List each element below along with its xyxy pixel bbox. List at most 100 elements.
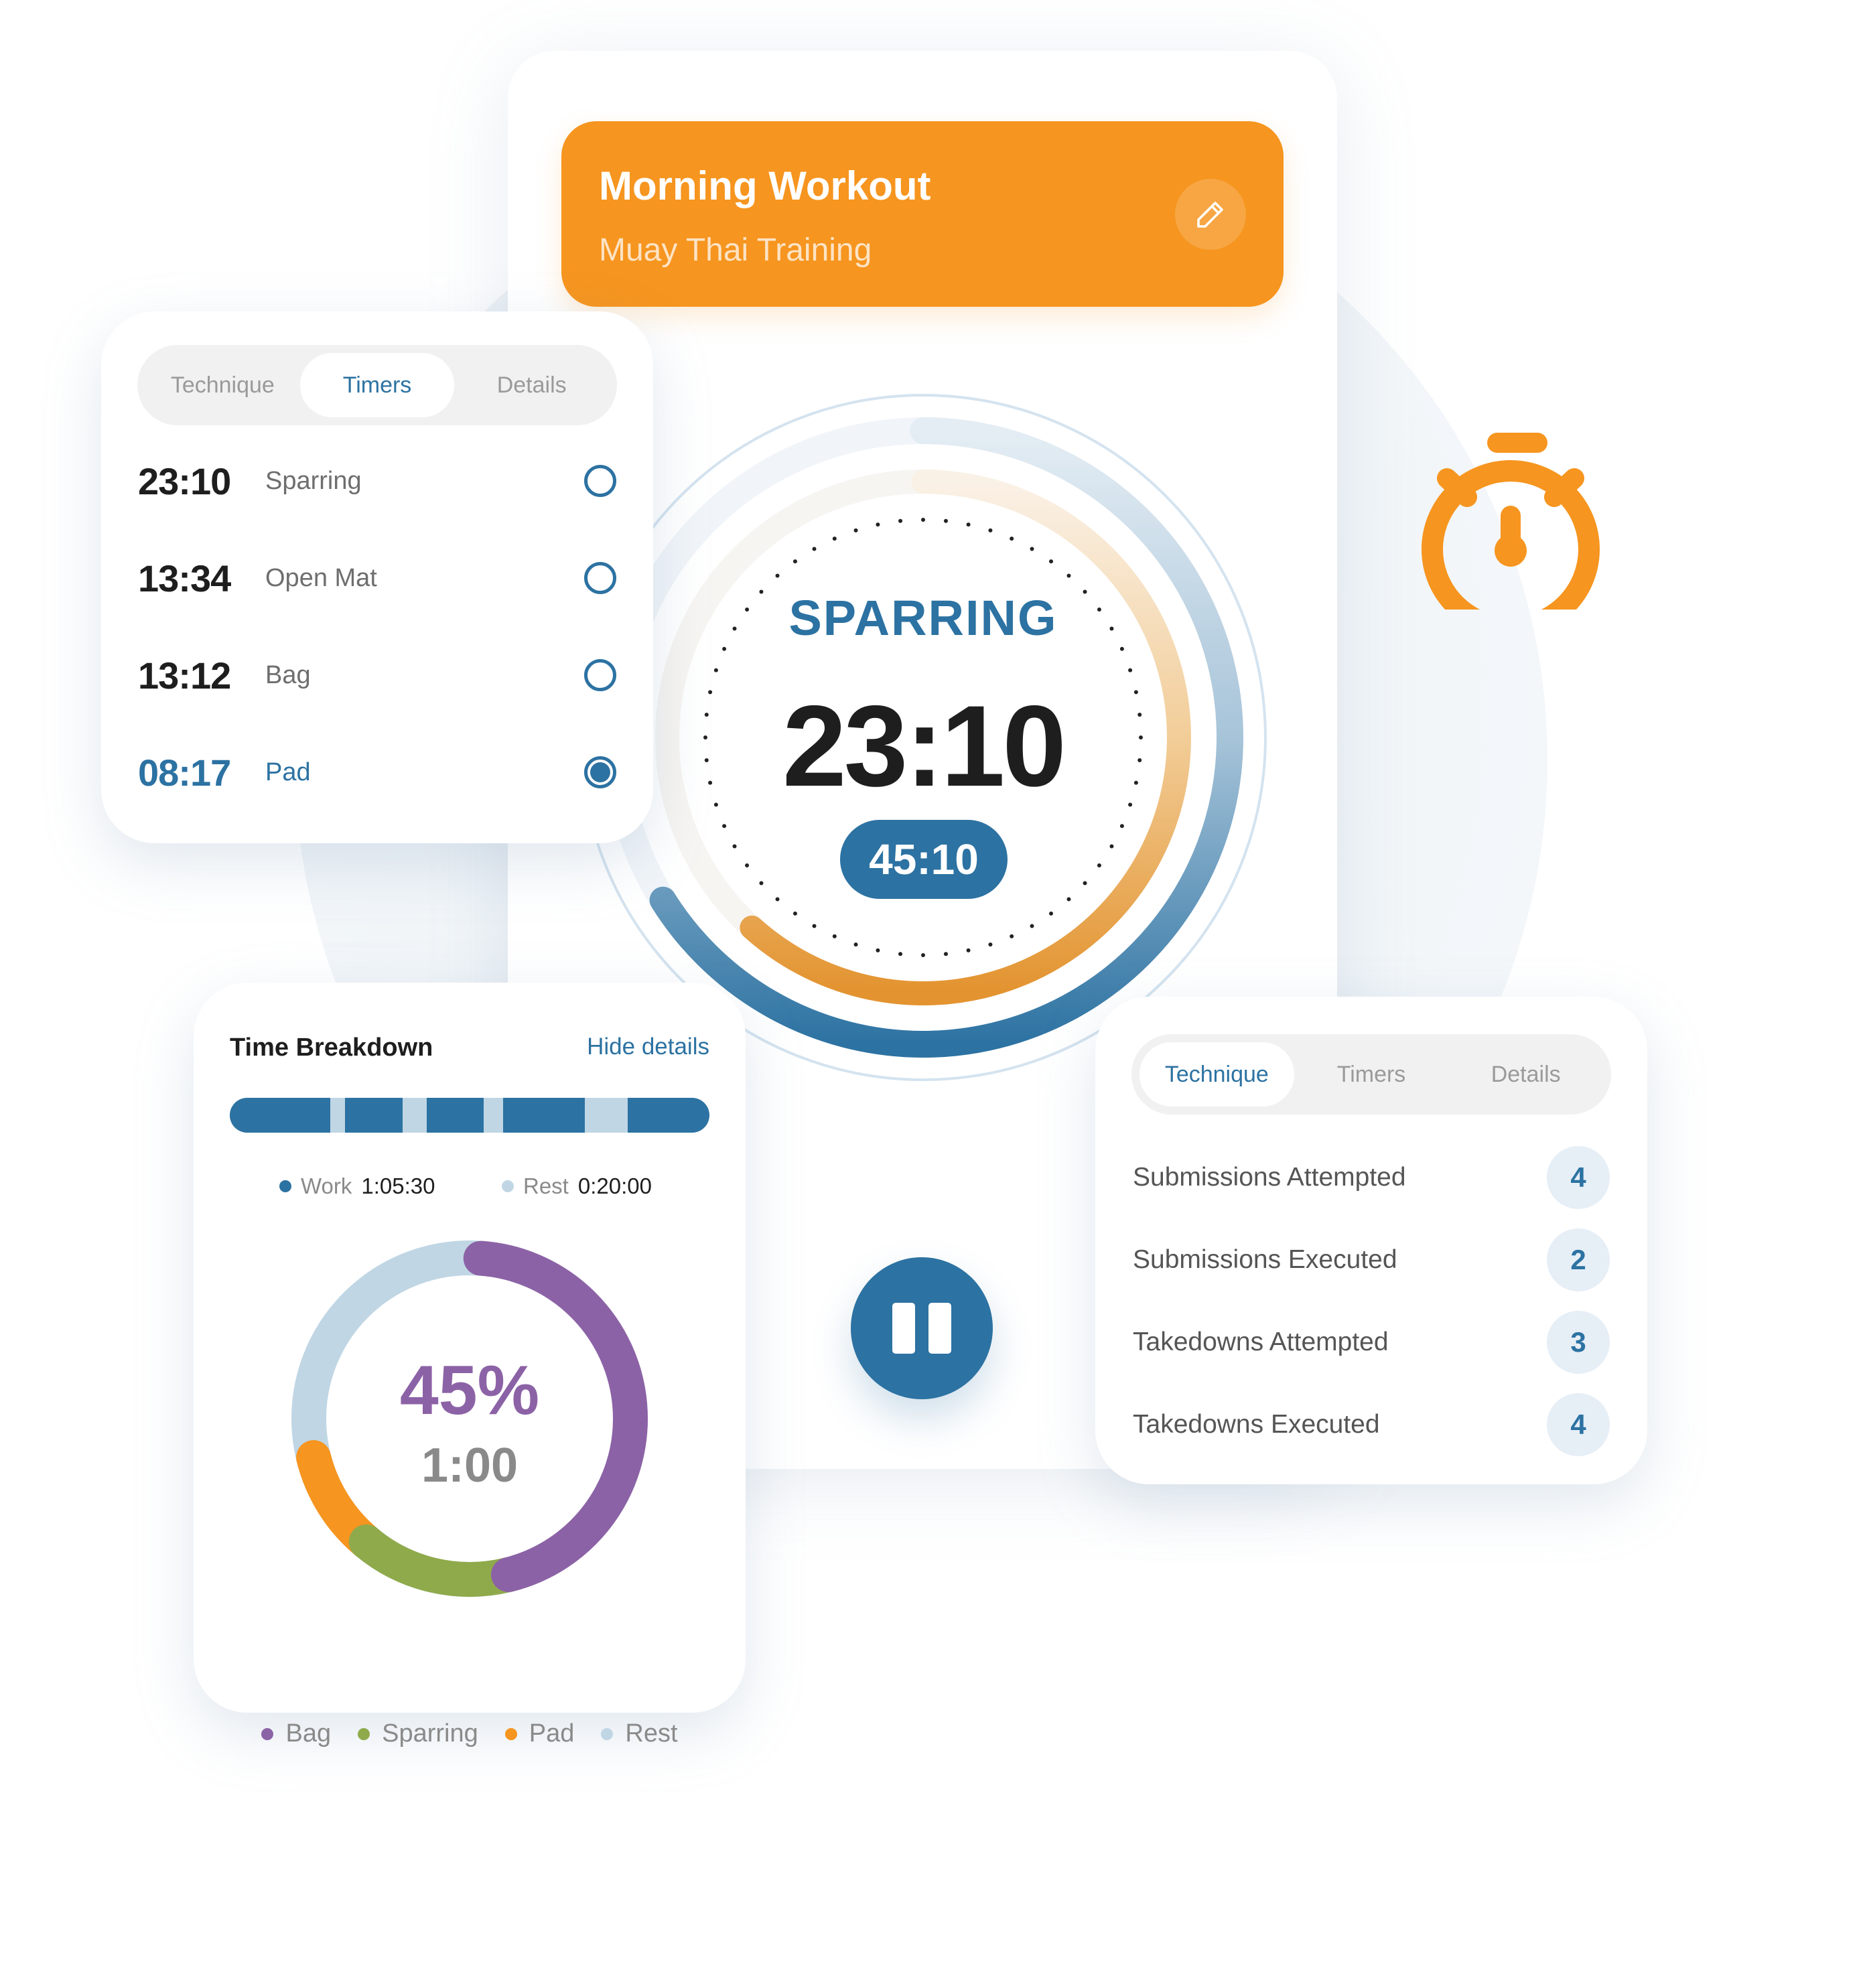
edit-button[interactable] bbox=[1175, 179, 1246, 250]
total-time-badge: 45:10 bbox=[840, 820, 1008, 899]
dial-dot bbox=[1137, 713, 1142, 717]
timer-label: Sparring bbox=[265, 466, 362, 495]
stopwatch-icon bbox=[1422, 433, 1600, 610]
dial-dot bbox=[812, 924, 817, 928]
dial-dot bbox=[1109, 844, 1114, 849]
donut-percent: 45% bbox=[399, 1352, 540, 1429]
dial-dot bbox=[704, 713, 709, 717]
technique-label: Submissions Attempted bbox=[1133, 1163, 1406, 1192]
pause-icon bbox=[892, 1303, 915, 1354]
timer-time: 13:34 bbox=[138, 557, 231, 599]
dial-dot bbox=[1133, 780, 1138, 785]
dial-dot bbox=[853, 942, 858, 947]
dial-dot bbox=[1137, 758, 1142, 762]
tab-details[interactable]: Details bbox=[454, 353, 609, 417]
dial-dot bbox=[1049, 559, 1054, 564]
dial-dot bbox=[703, 735, 707, 739]
legend-item-pad: Pad bbox=[504, 1719, 574, 1748]
dial-dot bbox=[1066, 573, 1071, 578]
dial-dot bbox=[898, 952, 903, 956]
technique-row: Submissions Executed 2 bbox=[1133, 1226, 1610, 1293]
dial-dot bbox=[1010, 934, 1014, 938]
dial-dot bbox=[722, 646, 727, 651]
dial-dot bbox=[775, 897, 780, 902]
timer-row-pad[interactable]: 08:17 Pad bbox=[138, 739, 616, 806]
technique-card: Technique Timers Details Submissions Att… bbox=[1095, 997, 1647, 1484]
dial-dot bbox=[1066, 897, 1071, 902]
dial-dot bbox=[943, 952, 948, 956]
technique-count: 3 bbox=[1547, 1311, 1610, 1374]
tab-details[interactable]: Details bbox=[1448, 1042, 1603, 1107]
timer-radio[interactable] bbox=[584, 465, 616, 497]
timer-label: Open Mat bbox=[265, 563, 377, 592]
timer-row-sparring[interactable]: 23:10 Sparring bbox=[138, 447, 616, 514]
dial-dot bbox=[1139, 735, 1143, 739]
dial-dot bbox=[1097, 863, 1101, 868]
tab-timers[interactable]: Timers bbox=[299, 353, 455, 417]
tab-technique[interactable]: Technique bbox=[1139, 1042, 1294, 1107]
technique-label: Submissions Executed bbox=[1133, 1245, 1397, 1274]
legend-item-sparring: Sparring bbox=[358, 1719, 478, 1748]
donut-slice-sparring bbox=[348, 1524, 527, 1597]
timer-radio-selected[interactable] bbox=[584, 756, 616, 788]
technique-card-tabs: Technique Timers Details bbox=[1131, 1034, 1611, 1115]
dial-dot bbox=[708, 690, 713, 695]
tab-technique[interactable]: Technique bbox=[145, 353, 300, 417]
dial-dot bbox=[704, 758, 709, 762]
dial-dot bbox=[832, 537, 837, 541]
dial-dot bbox=[732, 844, 737, 849]
timer-radio[interactable] bbox=[584, 659, 616, 691]
pencil-icon bbox=[1197, 202, 1223, 228]
dial-dot bbox=[812, 547, 817, 551]
legend-item-rest: Rest bbox=[601, 1719, 678, 1748]
dial-dot bbox=[1128, 668, 1133, 672]
dial-dot bbox=[792, 559, 797, 564]
dial-dot bbox=[921, 953, 925, 957]
dial-dot bbox=[1030, 924, 1034, 928]
dial-dot bbox=[876, 522, 880, 527]
workout-title: Morning Workout bbox=[599, 163, 931, 208]
dial-time: 23:10 bbox=[782, 682, 1066, 810]
technique-label: Takedowns Executed bbox=[1133, 1410, 1380, 1439]
timer-label: Pad bbox=[265, 758, 311, 786]
timer-label: Bag bbox=[265, 660, 311, 689]
timer-row-bag[interactable]: 13:12 Bag bbox=[138, 642, 616, 709]
tab-timers[interactable]: Timers bbox=[1294, 1042, 1449, 1107]
technique-count: 2 bbox=[1547, 1228, 1610, 1291]
timers-card-tabs: Technique Timers Details bbox=[137, 345, 617, 425]
timer-radio[interactable] bbox=[584, 562, 616, 594]
dial-dot bbox=[943, 518, 948, 523]
timer-row-open-mat[interactable]: 13:34 Open Mat bbox=[138, 545, 616, 612]
pause-icon bbox=[928, 1303, 951, 1354]
dial-dot bbox=[759, 881, 764, 885]
dial-dot bbox=[1083, 881, 1087, 885]
dial-dot bbox=[775, 573, 780, 578]
dial-dot bbox=[1010, 537, 1014, 541]
dial-dot bbox=[832, 934, 837, 938]
timer-time: 08:17 bbox=[138, 751, 231, 794]
technique-count: 4 bbox=[1547, 1146, 1610, 1209]
timer-time: 13:12 bbox=[138, 654, 231, 697]
technique-row: Takedowns Attempted 3 bbox=[1133, 1309, 1610, 1376]
dial-dot bbox=[1128, 802, 1133, 807]
dial-dot bbox=[1119, 824, 1124, 829]
dial-dot bbox=[1133, 690, 1138, 695]
technique-row: Takedowns Executed 4 bbox=[1133, 1391, 1610, 1458]
dial-dot bbox=[876, 948, 880, 952]
dial-dot bbox=[745, 863, 750, 868]
dial-dot bbox=[722, 824, 727, 829]
workout-subtitle: Muay Thai Training bbox=[599, 232, 872, 268]
breakdown-donut-chart bbox=[291, 1240, 648, 1597]
dial-dot bbox=[713, 668, 718, 672]
dial-dot bbox=[966, 522, 971, 527]
dial-activity-label: SPARRING bbox=[788, 590, 1058, 646]
donut-legend: Bag Sparring Pad Rest bbox=[194, 1719, 746, 1748]
dial-dot bbox=[988, 942, 993, 947]
time-breakdown-card: Time Breakdown Hide details Work 1:05:30… bbox=[194, 983, 746, 1748]
pause-button[interactable] bbox=[851, 1257, 993, 1399]
dial-dot bbox=[898, 518, 903, 523]
technique-label: Takedowns Attempted bbox=[1133, 1328, 1389, 1356]
dial-dot bbox=[708, 780, 713, 785]
dial-dot bbox=[966, 948, 971, 952]
dial-dot bbox=[1030, 547, 1034, 551]
